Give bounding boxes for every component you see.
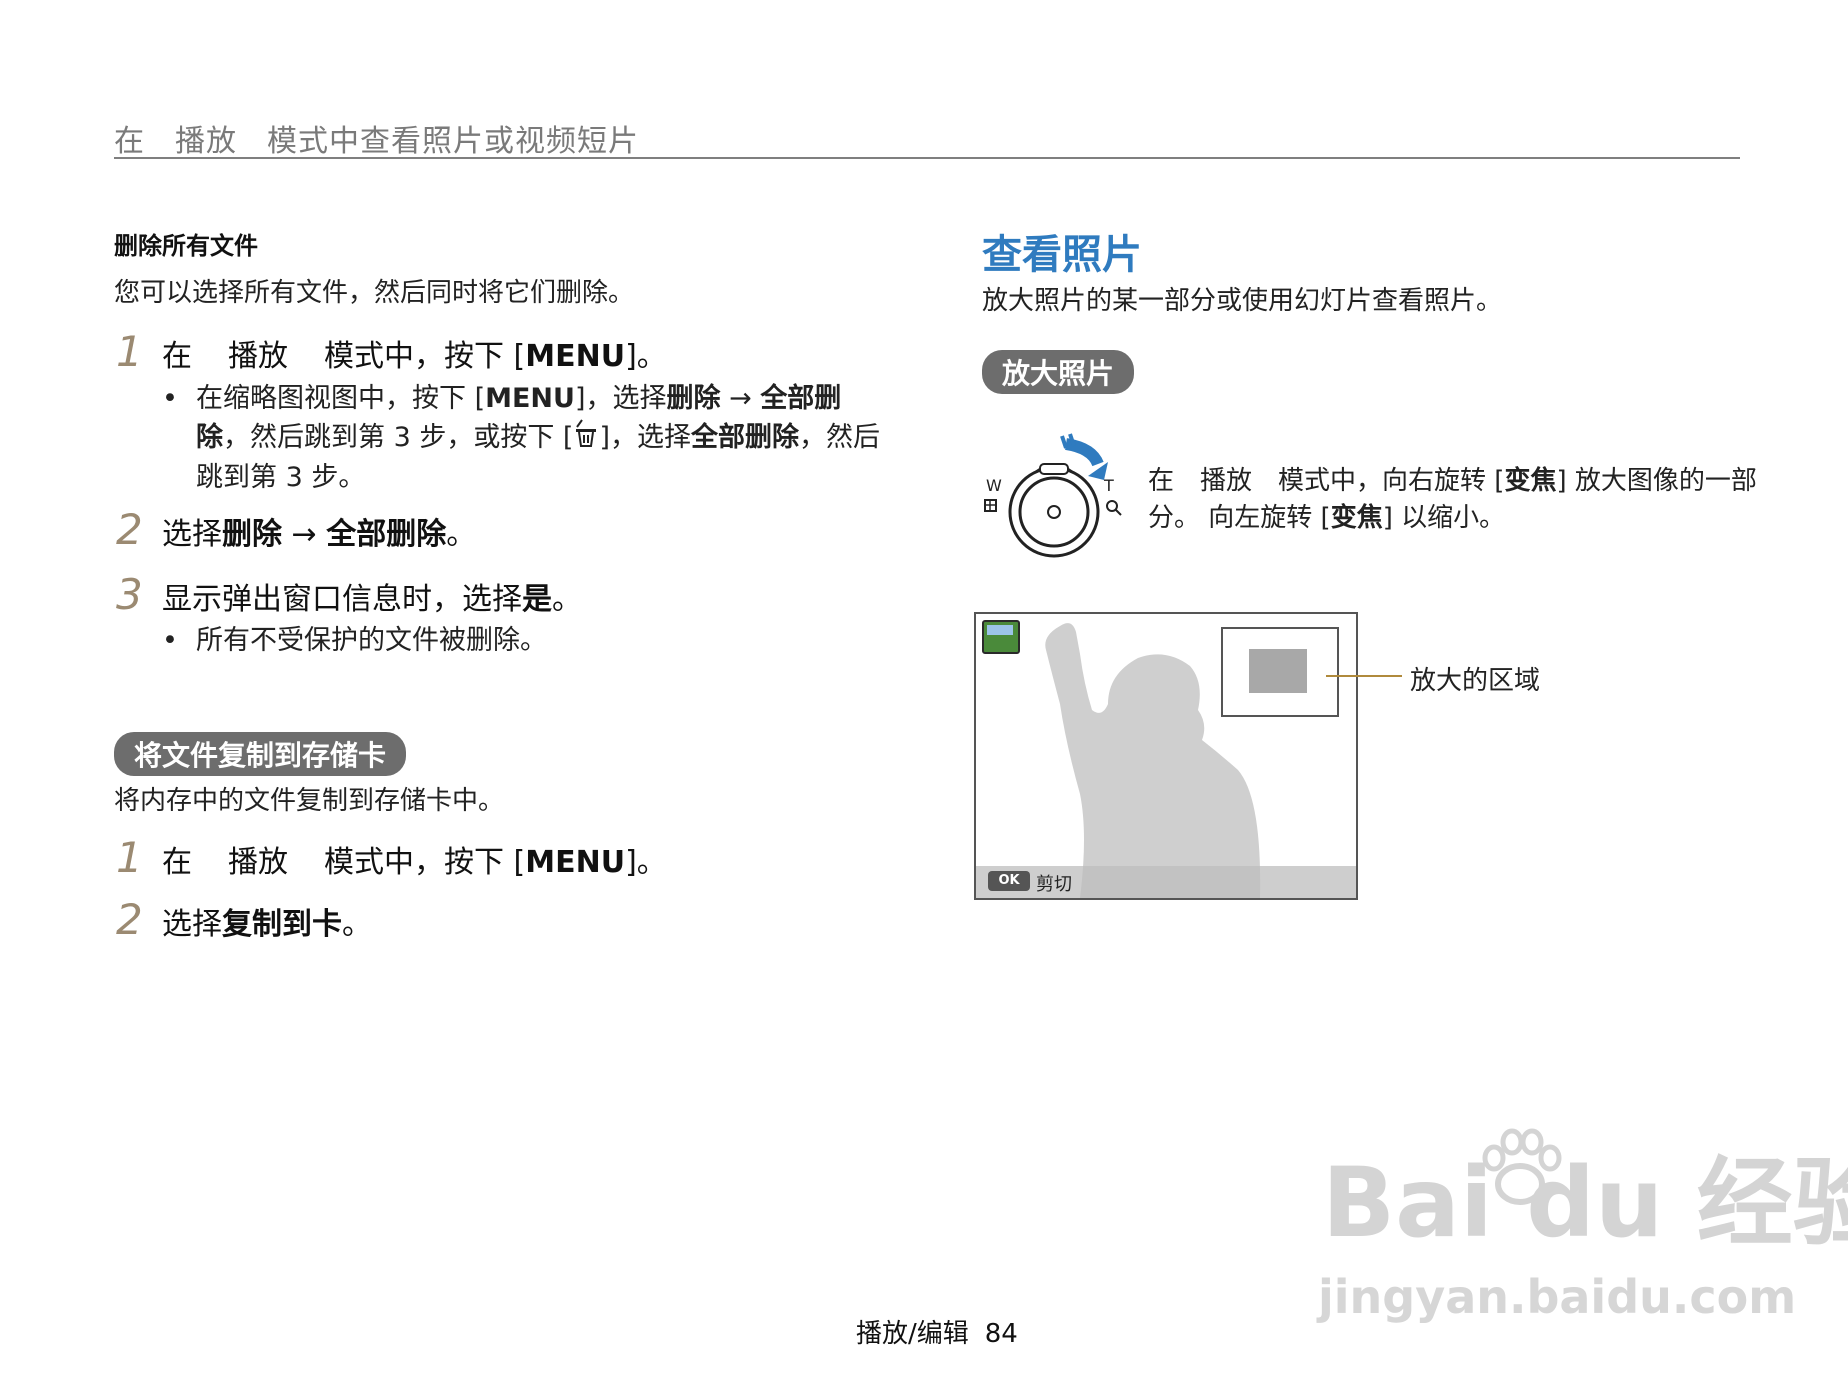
view-photos-title: 查看照片 <box>982 232 1142 278</box>
delete-step-3-bullet: • 所有不受保护的文件被删除。 <box>162 625 547 656</box>
copy-step-2: 2 选择复制到卡。 <box>116 895 372 944</box>
header-part-1: 在 <box>114 124 145 159</box>
copy-desc: 将内存中的文件复制到存储卡中。 <box>114 786 505 816</box>
trim-label: 剪切 <box>1036 874 1072 895</box>
header-part-2: 播放 <box>175 124 237 159</box>
delete-step-3: 3 显示弹出窗口信息时，选择是。 <box>116 570 582 619</box>
menu-key: MENU <box>485 383 575 414</box>
copy-step-1: 1 在播放 模式中，按下 [MENU]。 <box>116 833 667 882</box>
step-text: 选择复制到卡。 <box>162 907 372 942</box>
camera-screen-preview: OK 剪切 <box>974 612 1358 900</box>
delete-step-1-bullet: • 在缩略图视图中，按下 [MENU]，选择删除 → 全部删 除，然后跳到第 3… <box>162 383 881 493</box>
menu-key: MENU <box>525 845 626 880</box>
step-number: 2 <box>116 505 143 554</box>
photo-thumbnail-icon <box>982 620 1020 654</box>
step-number: 1 <box>116 327 143 376</box>
menu-key: MENU <box>525 339 626 374</box>
ok-button-icon: OK <box>988 871 1030 891</box>
zoom-navigator-frame <box>1221 627 1339 717</box>
screen-bottom-bar <box>976 866 1356 898</box>
zoomed-area-indicator <box>1249 649 1307 693</box>
page-number: 84 <box>984 1319 1018 1349</box>
step-text: 在播放 模式中，按下 [MENU]。 <box>162 845 667 880</box>
copy-to-card-pill: 将文件复制到存储卡 <box>114 732 407 776</box>
zoomed-area-callout: 放大的区域 <box>1410 666 1541 696</box>
zoom-instruction: 在播放 模式中，向右旋转 [变焦] 放大图像的一部 分。 向左旋转 [变焦] 以缩… <box>1148 466 1757 533</box>
delete-step-1: 1 在播放 模式中，按下 [MENU]。 <box>116 327 667 376</box>
header-rule <box>114 157 1740 159</box>
step-number: 2 <box>116 895 143 944</box>
watermark-url: jingyan.baidu.com <box>1318 1270 1797 1324</box>
wide-label: W <box>986 476 1002 495</box>
zoom-photo-pill: 放大照片 <box>982 350 1135 394</box>
page-footer: 播放/编辑 84 <box>856 1313 1018 1350</box>
zoom-lever-illustration: W T <box>980 430 1140 565</box>
tele-label: T <box>1104 476 1114 495</box>
delete-step-2: 2 选择删除 → 全部删除。 <box>116 505 476 554</box>
footer-section: 播放/编辑 <box>856 1319 969 1349</box>
callout-line <box>1326 675 1402 677</box>
step-number: 3 <box>116 570 143 619</box>
view-photos-desc: 放大照片的某一部分或使用幻灯片查看照片。 <box>982 286 1503 316</box>
step-number: 1 <box>116 833 143 882</box>
delete-all-desc: 您可以选择所有文件，然后同时将它们删除。 <box>114 278 635 308</box>
step-text: 在播放 模式中，按下 [MENU]。 <box>162 339 667 374</box>
running-header: 在播放 模式中查看照片或视频短片 <box>114 116 639 160</box>
watermark-brand: Bai du 经验 <box>1322 1147 1848 1259</box>
step-text: 显示弹出窗口信息时，选择是。 <box>162 582 582 617</box>
step-text: 选择删除 → 全部删除。 <box>162 517 477 552</box>
trash-icon <box>573 418 599 459</box>
zoom-dial-icon <box>984 433 1122 558</box>
delete-all-title: 删除所有文件 <box>114 232 258 260</box>
header-part-3: 模式中查看照片或视频短片 <box>267 124 639 159</box>
